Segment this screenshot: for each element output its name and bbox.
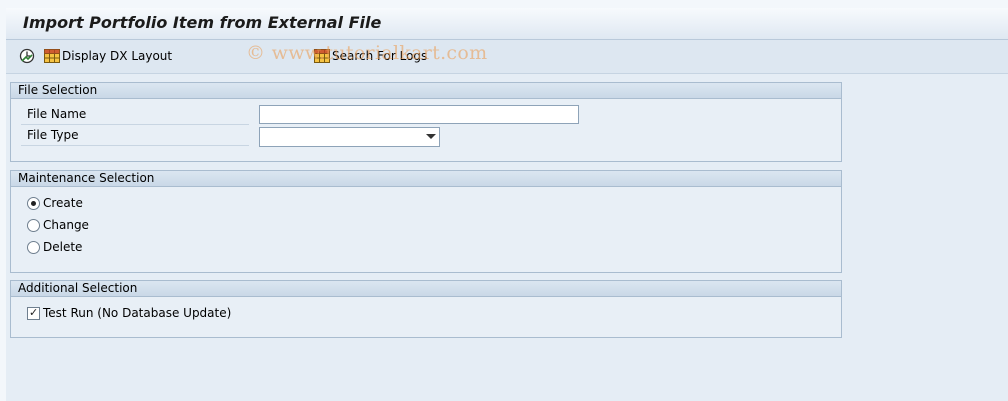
radio-change-label: Change — [43, 218, 89, 232]
radio-button[interactable] — [27, 240, 40, 254]
radio-create-label: Create — [43, 196, 83, 210]
checkmark-icon: ✓ — [29, 305, 39, 319]
radio-change[interactable]: Change — [27, 216, 89, 234]
radio-button[interactable] — [27, 218, 40, 232]
file-type-select[interactable] — [259, 127, 440, 147]
file-selection-header: File Selection — [11, 83, 841, 99]
file-selection-group: File Selection File Name File Type — [10, 82, 842, 162]
radio-delete[interactable]: Delete — [27, 238, 82, 256]
additional-selection-header: Additional Selection — [11, 281, 841, 297]
application-toolbar: Display DX Layout Search For Logs — [6, 40, 1008, 74]
selection-screen: File Selection File Name File Type Maint… — [6, 74, 1008, 401]
maintenance-selection-header: Maintenance Selection — [11, 171, 841, 187]
radio-create[interactable]: Create — [27, 194, 83, 212]
radio-delete-label: Delete — [43, 240, 83, 254]
display-dx-layout-button[interactable]: Display DX Layout — [44, 47, 172, 65]
file-name-label: File Name — [21, 105, 249, 125]
test-run-label: Test Run (No Database Update) — [43, 306, 232, 320]
file-type-label: File Type — [21, 126, 249, 146]
maintenance-selection-group: Maintenance Selection Create Change Dele… — [10, 170, 842, 273]
title-bar: Import Portfolio Item from External File — [6, 8, 1008, 40]
execute-icon[interactable] — [18, 47, 36, 65]
test-run-checkbox[interactable]: ✓ — [27, 305, 40, 320]
radio-button-selected[interactable] — [27, 196, 40, 210]
chevron-down-icon[interactable] — [426, 134, 436, 139]
window-frame-top — [0, 0, 1008, 8]
table-grid-icon — [44, 49, 60, 63]
display-dx-layout-label: Display DX Layout — [62, 49, 173, 63]
watermark: © www.tutorialkart.com — [246, 42, 488, 64]
page-title: Import Portfolio Item from External File — [23, 13, 382, 32]
file-name-input[interactable] — [259, 105, 579, 124]
additional-selection-group: Additional Selection ✓ Test Run (No Data… — [10, 280, 842, 338]
test-run-checkbox-row[interactable]: ✓ Test Run (No Database Update) — [27, 304, 231, 322]
